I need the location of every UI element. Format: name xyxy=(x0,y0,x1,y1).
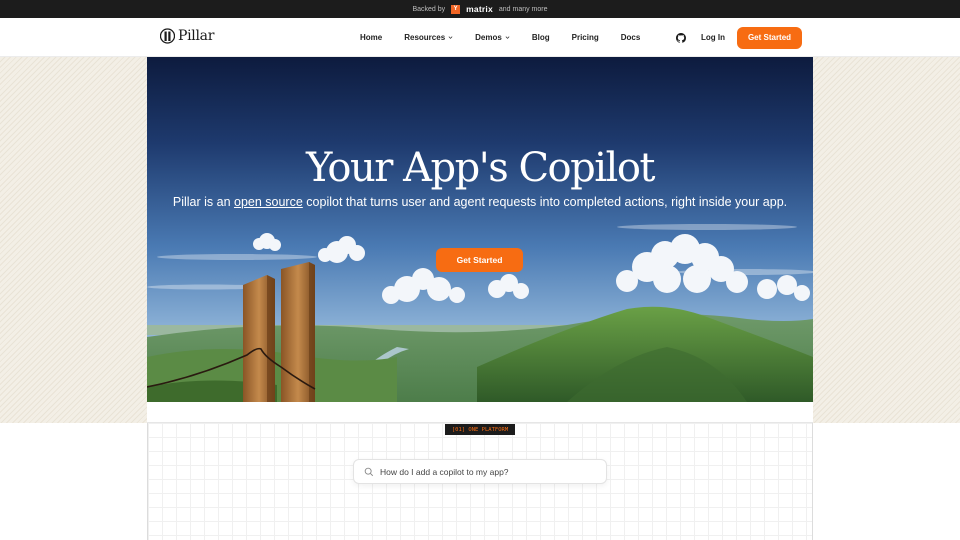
main-nav: Home Resources Demos Blog Pricing Docs xyxy=(360,18,640,57)
open-source-link[interactable]: open source xyxy=(234,195,303,209)
section-tag: [01] ONE PLATFORM xyxy=(445,424,515,435)
site-logo[interactable]: Pillar xyxy=(160,28,214,44)
ycombinator-logo: Y xyxy=(451,4,461,14)
nav-demos[interactable]: Demos xyxy=(475,33,510,42)
hero-get-started-button[interactable]: Get Started xyxy=(436,248,523,272)
nav-home-label: Home xyxy=(360,33,383,42)
nav-home[interactable]: Home xyxy=(360,33,382,42)
login-link[interactable]: Log In xyxy=(701,33,725,42)
hero-bottom-band xyxy=(147,402,813,423)
search-input[interactable]: How do I add a copilot to my app? xyxy=(380,467,509,477)
nav-pricing-label: Pricing xyxy=(571,33,599,42)
nav-docs-label: Docs xyxy=(620,33,641,42)
pillar-logo-icon xyxy=(160,28,175,44)
logo-text: Pillar xyxy=(178,28,215,44)
github-icon[interactable] xyxy=(676,32,686,43)
right-hatch-decoration xyxy=(813,57,960,423)
nav-blog[interactable]: Blog xyxy=(532,33,550,42)
more-backers-text: and many more xyxy=(498,5,548,13)
nav-resources[interactable]: Resources xyxy=(404,33,453,42)
backed-by-text: Backed by xyxy=(412,5,446,13)
header-get-started-button[interactable]: Get Started xyxy=(737,26,802,49)
search-icon xyxy=(364,467,374,476)
nav-resources-label: Resources xyxy=(404,33,446,42)
hero-subtitle-post: copilot that turns user and agent reques… xyxy=(302,195,788,209)
nav-docs[interactable]: Docs xyxy=(621,33,641,42)
header-actions: Log In Get Started xyxy=(676,18,802,57)
chevron-down-icon xyxy=(505,36,510,39)
matrix-logo: matrix xyxy=(466,4,493,14)
announcement-bar: Backed by Y matrix and many more xyxy=(0,0,960,18)
hero-section: Your App's Copilot Pillar is an open sou… xyxy=(147,57,813,402)
nav-blog-label: Blog xyxy=(531,33,550,42)
nav-demos-label: Demos xyxy=(475,33,502,42)
hero-title: Your App's Copilot xyxy=(306,145,655,191)
hero-subtitle: Pillar is an open source copilot that tu… xyxy=(147,194,813,211)
chevron-down-icon xyxy=(448,36,453,39)
nav-pricing[interactable]: Pricing xyxy=(572,33,599,42)
copilot-search-box[interactable]: How do I add a copilot to my app? xyxy=(353,459,607,484)
left-hatch-decoration xyxy=(0,57,147,423)
hero-subtitle-pre: Pillar is an xyxy=(172,195,234,209)
site-header: Pillar Home Resources Demos Blog Pricing… xyxy=(0,18,960,57)
hero-landscape-image xyxy=(147,57,813,402)
